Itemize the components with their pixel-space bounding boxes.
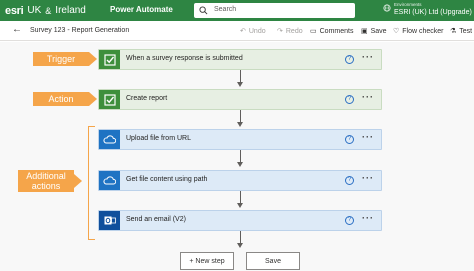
- additional-callout-line1: Additional: [26, 171, 66, 181]
- logo-org-uk: UK: [27, 5, 42, 16]
- esri-logo[interactable]: esri UK & Ireland: [5, 2, 86, 19]
- connector-line: [240, 231, 241, 243]
- command-bar: ← Survey 123 - Report Generation ↶ Undo …: [0, 21, 474, 41]
- additional-callout-pointer: [74, 174, 82, 188]
- more-options-icon[interactable]: ···: [362, 53, 374, 62]
- app-name[interactable]: Power Automate: [110, 5, 173, 14]
- save-button[interactable]: ▣ Save: [361, 27, 387, 36]
- undo-label: Undo: [248, 27, 266, 35]
- comment-icon: ▭: [310, 28, 317, 35]
- help-icon[interactable]: ?: [345, 95, 354, 104]
- trigger-callout-pointer: [89, 52, 97, 66]
- help-icon[interactable]: ?: [345, 55, 354, 64]
- new-step-button[interactable]: + New step: [180, 252, 234, 270]
- connector-line: [240, 191, 241, 203]
- more-options-icon[interactable]: ···: [362, 214, 374, 223]
- step-card-upload-file[interactable]: Upload file from URL ? ···: [98, 129, 382, 150]
- comments-label: Comments: [319, 27, 354, 35]
- redo-button[interactable]: ↷ Redo: [277, 27, 303, 36]
- logo-org-ireland: Ireland: [55, 5, 86, 16]
- logo-mark: esri: [5, 4, 24, 17]
- action-callout-label: Action: [48, 94, 74, 104]
- undo-icon: ↶: [240, 28, 246, 35]
- checklist-icon: [99, 50, 120, 69]
- step-title: Create report: [126, 95, 168, 102]
- step-title: Get file content using path: [126, 176, 208, 183]
- redo-label: Redo: [285, 27, 303, 35]
- outlook-icon: [99, 211, 120, 230]
- step-card-send-email[interactable]: Send an email (V2) ? ···: [98, 210, 382, 231]
- globe-icon: [383, 4, 391, 12]
- arrow-left-icon[interactable]: ←: [12, 25, 22, 35]
- save-flow-button[interactable]: Save: [246, 252, 300, 270]
- designer-canvas: [0, 42, 474, 271]
- stethoscope-icon: ♡: [393, 28, 400, 35]
- comments-button[interactable]: ▭ Comments: [310, 27, 354, 36]
- additional-actions-bracket: [88, 126, 95, 240]
- connector-arrow: [237, 162, 243, 167]
- connector-arrow: [237, 243, 243, 248]
- action-callout: Action: [33, 92, 89, 106]
- redo-icon: ↷: [277, 28, 283, 35]
- flask-icon: ⚗: [450, 28, 457, 35]
- more-options-icon[interactable]: ···: [362, 93, 374, 102]
- connector-line: [240, 150, 241, 162]
- additional-actions-callout: Additional actions: [18, 170, 74, 192]
- environment-selector[interactable]: ESRI (UK) Ltd (Upgrade): [394, 9, 472, 16]
- step-title: Upload file from URL: [126, 135, 191, 142]
- cloud-icon: [99, 171, 120, 190]
- search-input[interactable]: Search: [214, 6, 236, 13]
- more-options-icon[interactable]: ···: [362, 133, 374, 142]
- trigger-callout: Trigger: [33, 52, 89, 66]
- connector-arrow: [237, 203, 243, 208]
- step-card-get-file-content[interactable]: Get file content using path ? ···: [98, 170, 382, 191]
- save-label: Save: [370, 27, 387, 35]
- help-icon[interactable]: ?: [345, 216, 354, 225]
- connector-line: [240, 70, 241, 82]
- save-icon: ▣: [361, 28, 368, 35]
- connector-line: [240, 110, 241, 122]
- test-label: Test: [459, 27, 473, 35]
- action-callout-pointer: [89, 92, 97, 106]
- step-title: Send an email (V2): [126, 216, 186, 223]
- undo-button[interactable]: ↶ Undo: [240, 27, 266, 36]
- flow-name: Survey 123 - Report Generation: [30, 27, 130, 34]
- search-box[interactable]: Search: [194, 3, 355, 18]
- help-icon[interactable]: ?: [345, 176, 354, 185]
- environments-label: Environments: [394, 2, 422, 7]
- search-icon: [199, 6, 208, 15]
- additional-callout-line2: actions: [31, 181, 61, 191]
- top-bar: esri UK & Ireland Power Automate Search …: [0, 0, 474, 21]
- connector-arrow: [237, 122, 243, 127]
- more-options-icon[interactable]: ···: [362, 174, 374, 183]
- cloud-icon: [99, 130, 120, 149]
- flow-checker-button[interactable]: ♡ Flow checker: [393, 27, 444, 36]
- logo-ampersand: &: [45, 5, 52, 16]
- flow-checker-label: Flow checker: [402, 27, 444, 35]
- step-card-create-report[interactable]: Create report ? ···: [98, 89, 382, 110]
- connector-arrow: [237, 82, 243, 87]
- trigger-callout-label: Trigger: [46, 54, 76, 64]
- help-icon[interactable]: ?: [345, 135, 354, 144]
- step-card-trigger[interactable]: When a survey response is submitted ? ··…: [98, 49, 382, 70]
- checklist-icon: [99, 90, 120, 109]
- step-title: When a survey response is submitted: [126, 55, 243, 62]
- test-button[interactable]: ⚗ Test: [450, 27, 473, 36]
